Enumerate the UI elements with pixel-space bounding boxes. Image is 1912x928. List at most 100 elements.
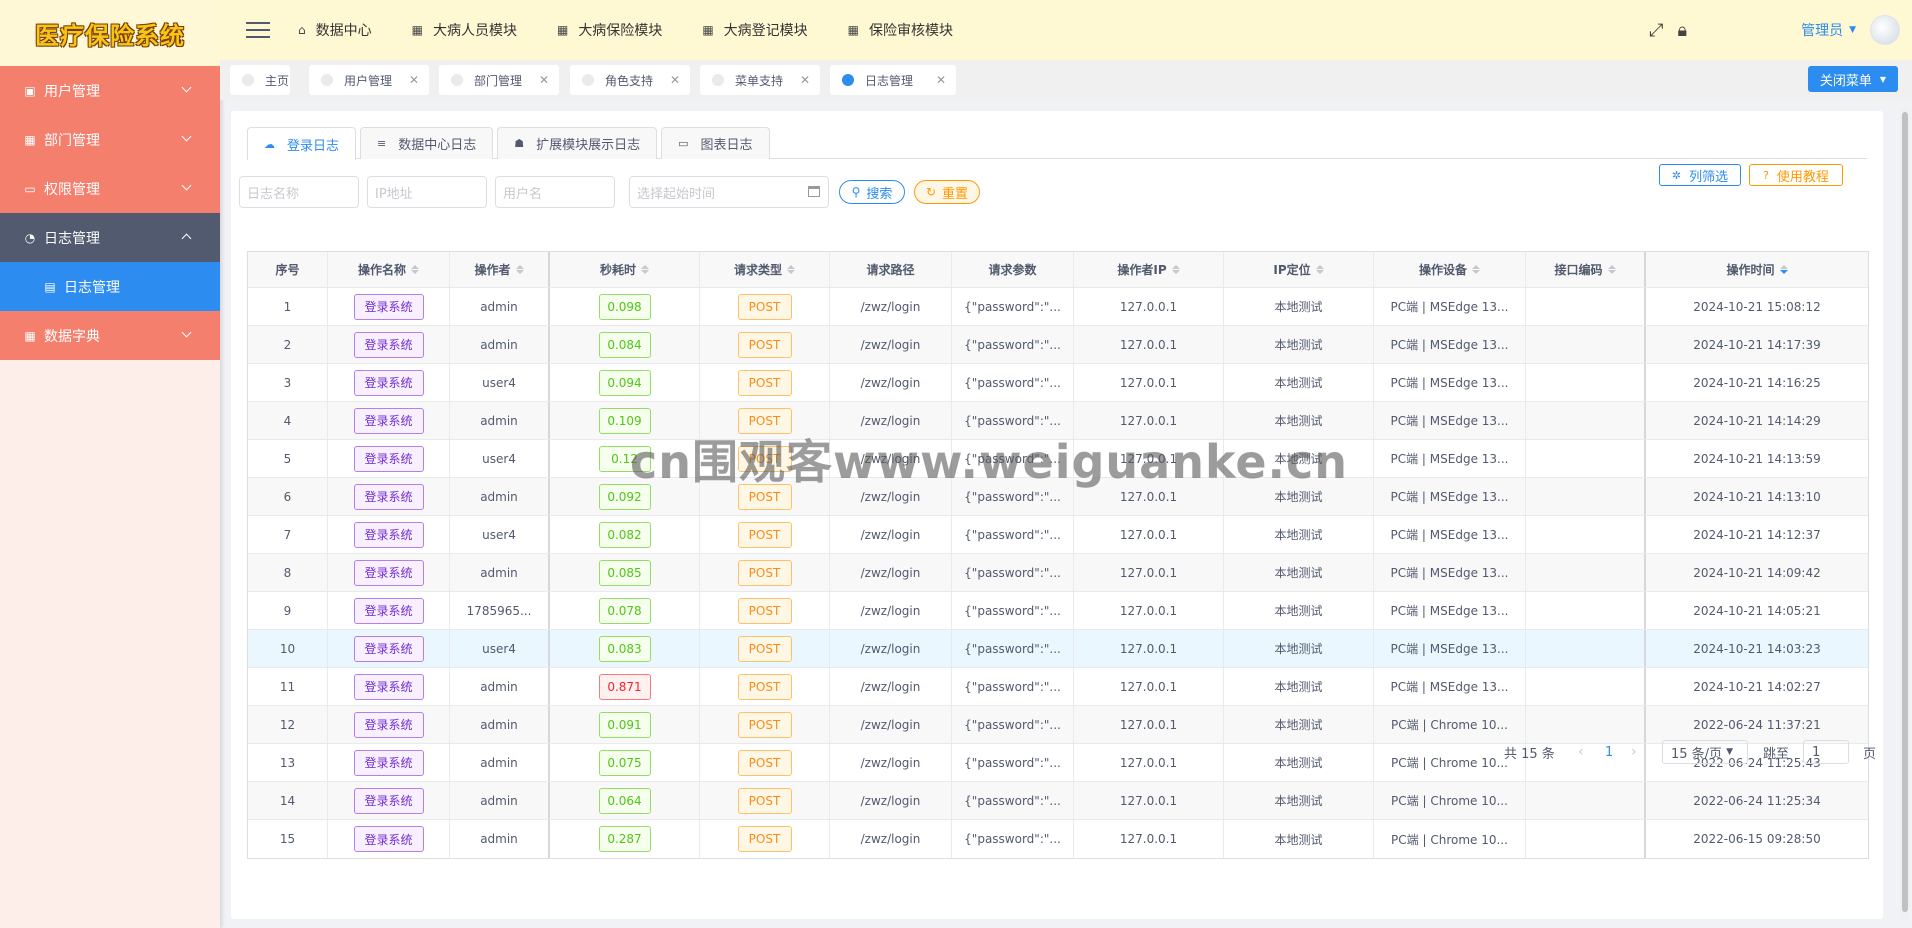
date-range-picker[interactable]: 选择起始时间 [629,176,829,208]
sort-icon[interactable] [515,265,524,274]
sort-icon[interactable] [411,265,419,274]
chevron-right-icon[interactable]: › [1631,740,1637,764]
tag-department-management[interactable]: 部门管理 ✕ [439,65,559,95]
close-icon[interactable]: ✕ [539,73,549,87]
sidebar-item-permission-management[interactable]: ▭ 权限管理 [0,164,220,213]
username-input[interactable]: 用户名 [495,176,615,208]
cell-text: 2024-10-21 14:17:39 [1693,337,1821,352]
table-row[interactable]: 14 登录系统 admin 0.064 POST/zwz/login {"password… [248,782,1868,820]
col-duration-header[interactable]: 秒耗时 [550,252,700,287]
avatar[interactable] [1870,15,1900,45]
col-location: 本地测试 [1224,592,1374,629]
col-operation-header[interactable]: 操作名称 [328,252,450,287]
tab-chart-log[interactable]: ▭ 图表日志 [661,127,770,159]
topnav-item-insurance-module[interactable]: ▦ 大病保险模块 [557,20,662,40]
search-button[interactable]: ⚲ 搜索 [839,180,905,204]
sidebar-item-data-dictionary[interactable]: ▦ 数据字典 [0,311,220,360]
cell-text: 127.0.0.1 [1119,451,1178,466]
close-icon[interactable]: ✕ [800,73,810,87]
chevron-left-icon[interactable]: ‹ [1578,740,1584,764]
lock-icon[interactable]: 🔒︎ [1678,20,1688,41]
menu-toggle-icon[interactable] [246,22,270,38]
table-row[interactable]: 13 登录系统 admin 0.075 POST/zwz/login {"password… [248,744,1868,782]
caret-down-icon[interactable]: ▼ [1849,25,1856,35]
ip-input[interactable]: IP地址 [367,176,487,208]
col-location: 本地测试 [1224,630,1374,667]
close-icon[interactable]: ✕ [936,73,946,87]
table-row[interactable]: 4 登录系统 admin 0.109 POST/zwz/login {"password"… [248,402,1868,440]
pie-icon: ◔ [24,230,36,245]
sidebar-item-department-management[interactable]: ▦ 部门管理 [0,115,220,164]
duration-tag: 0.094 [598,369,651,396]
tab-login-log[interactable]: ☁ 登录日志 [247,127,357,160]
tab-extension-log[interactable]: ☗ 扩展模块展示日志 [497,127,658,159]
table-row[interactable]: 12 登录系统 admin 0.091 POST/zwz/login {"password… [248,706,1868,744]
topnav-item-patient-module[interactable]: ▦ 大病人员模块 [412,20,517,40]
tag-log-management[interactable]: 日志管理 ✕ [830,65,956,95]
page-scrollbar[interactable] [1900,108,1910,920]
close-menu-button[interactable]: 关闭菜单 ▼ [1808,66,1898,92]
sort-icon[interactable] [1472,265,1480,274]
tag-home[interactable]: 主页 [230,65,290,95]
col-method: POST [700,592,830,629]
table-row[interactable]: 10 登录系统 user4 0.083 POST/zwz/login {"password… [248,630,1868,668]
table-row[interactable]: 2 登录系统 admin 0.084 POST/zwz/login {"password"… [248,326,1868,364]
col-location-header[interactable]: IP定位 [1224,252,1374,287]
tutorial-button[interactable]: ? 使用教程 [1749,164,1843,186]
sort-icon[interactable] [1315,265,1324,274]
user-menu[interactable]: 管理员 [1801,20,1843,40]
sidebar-item-label: 日志管理 [44,230,100,247]
close-icon[interactable]: ✕ [670,73,680,87]
table-row[interactable]: 3 登录系统 user4 0.094 POST/zwz/login {"password"… [248,364,1868,402]
col-ip-header[interactable]: 操作者IP [1074,252,1224,287]
cell-text: {"password":"... [964,527,1061,542]
sort-icon[interactable] [787,265,795,274]
col-time: 2022-06-24 11:25:34 [1646,782,1868,819]
tag-menu-support[interactable]: 菜单支持 ✕ [700,65,820,95]
table-row[interactable]: 6 登录系统 admin 0.092 POST/zwz/login {"password"… [248,478,1868,516]
tag-role-support[interactable]: 角色支持 ✕ [570,65,690,95]
logo[interactable]: 医疗保险系统 [0,0,220,66]
page-size-select[interactable]: 15 条/页 ▼ [1662,740,1748,764]
log-name-input[interactable]: 日志名称 [239,176,359,208]
close-icon[interactable]: ✕ [409,73,419,87]
col-time-header[interactable]: 操作时间 [1646,252,1868,287]
table-row[interactable]: 8 登录系统 admin 0.085 POST/zwz/login {"password"… [248,554,1868,592]
tag-user-management[interactable]: 用户管理 ✕ [309,65,429,95]
cell-text: 1785965... [466,603,532,618]
operation-tag: 登录系统 [353,369,424,396]
laptop-icon: ▭ [678,137,689,150]
table-row[interactable]: 9 登录系统 1785965... 0.078 POST/zwz/login {"pass… [248,592,1868,630]
sidebar-subitem-log-management[interactable]: ▤ 日志管理 [0,262,220,311]
topnav-item-data-center[interactable]: ⌂ 数据中心 [298,20,372,40]
table-row[interactable]: 11 登录系统 admin 0.871 POST/zwz/login {"password… [248,668,1868,706]
cell-text: 14 [279,793,296,808]
topnav-item-registration-module[interactable]: ▦ 大病登记模块 [702,20,807,40]
sort-icon[interactable] [1171,265,1180,274]
duration-tag: 0.084 [598,331,651,358]
col-device-header[interactable]: 操作设备 [1374,252,1526,287]
table-row[interactable]: 1 登录系统 admin 0.098 POST/zwz/login {"password"… [248,288,1868,326]
col-device: PC端 | Chrome 10... [1374,706,1526,743]
table-row[interactable]: 15 登录系统 admin 0.287 POST/zwz/login {"password… [248,820,1868,858]
cell-text: /zwz/login [860,413,921,428]
cell-text: 本地测试 [1274,414,1323,428]
table-row[interactable]: 5 登录系统 user4 0.12 POST/zwz/login {"password":… [248,440,1868,478]
sort-icon[interactable] [641,265,649,274]
col-code-header[interactable]: 接口编码 [1526,252,1646,287]
col-location: 本地测试 [1224,820,1374,858]
col-method-header[interactable]: 请求类型 [700,252,830,287]
sidebar-item-user-management[interactable]: ▣ 用户管理 [0,66,220,115]
sidebar-item-log-management[interactable]: ◔ 日志管理 [0,213,220,262]
col-operator-header[interactable]: 操作者 [450,252,550,287]
sort-icon[interactable] [1779,265,1788,274]
sort-icon[interactable] [1607,265,1616,274]
reset-button[interactable]: ↻ 重置 [914,180,980,204]
topnav-item-audit-module[interactable]: ▦ 保险审核模块 [848,20,953,40]
fullscreen-icon[interactable]: ⤢ [1649,20,1663,41]
pagination-page-1[interactable]: 1 [1605,740,1613,764]
jump-page-input[interactable]: 1 [1803,740,1849,764]
tab-data-center-log[interactable]: ≡ 数据中心日志 [360,127,494,159]
table-row[interactable]: 7 登录系统 user4 0.082 POST/zwz/login {"password"… [248,516,1868,554]
column-filter-button[interactable]: ✲ 列筛选 [1659,164,1741,186]
